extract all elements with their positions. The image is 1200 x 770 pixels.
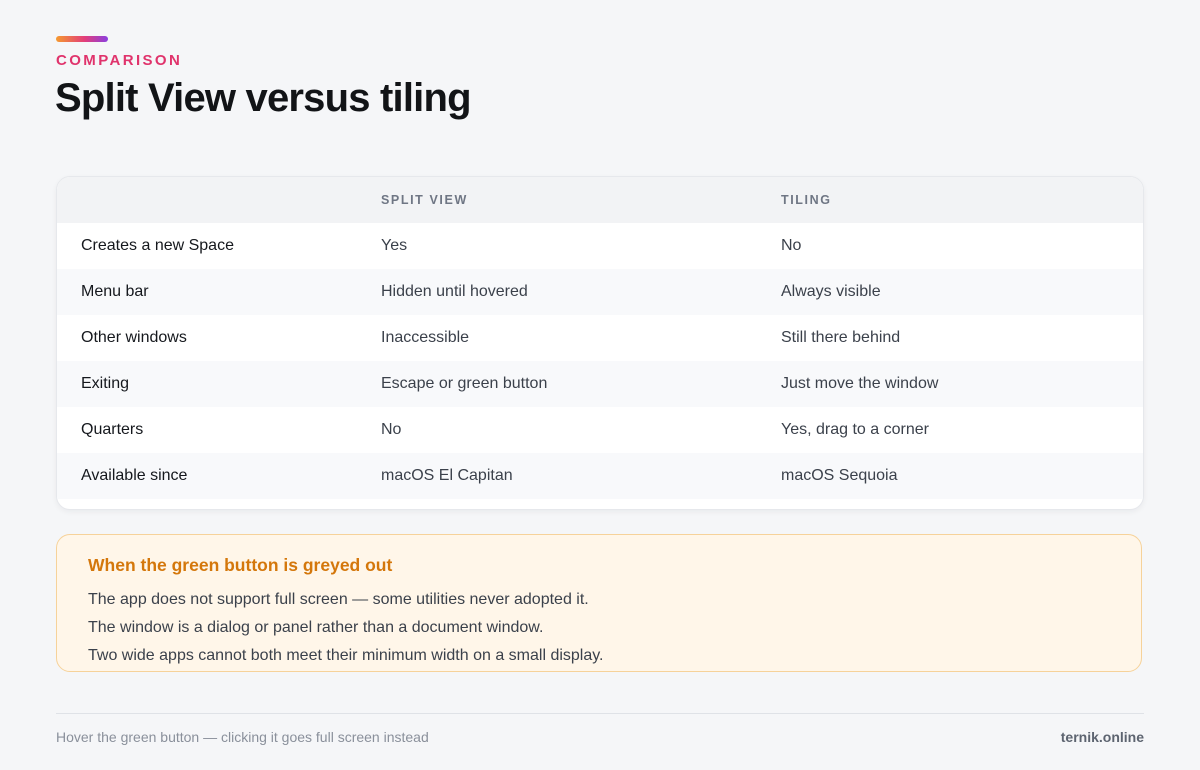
callout-line: The app does not support full screen — s… [88,591,589,608]
footer-note: Hover the green button — clicking it goe… [56,729,429,745]
section-eyebrow: COMPARISON [56,52,183,69]
row-feature-cell: Creates a new Space [81,237,234,254]
column-header-split-view: SPLIT VIEW [381,193,468,207]
row-split-view-cell: Hidden until hovered [381,283,528,300]
table-row: Quarters No Yes, drag to a corner [57,407,1143,453]
footer-brand: ternik.online [1060,729,1144,745]
callout-title: When the green button is greyed out [88,555,393,575]
row-split-view-cell: Escape or green button [381,375,548,392]
row-split-view-cell: No [381,421,402,438]
callout-line: Two wide apps cannot both meet their min… [88,647,604,664]
row-feature-cell: Quarters [81,421,144,438]
table-row: Exiting Escape or green button Just move… [57,361,1143,407]
row-split-view-cell: Inaccessible [381,329,470,346]
table-row: Menu bar Hidden until hovered Always vis… [57,269,1143,315]
column-header-tiling: TILING [781,193,832,207]
row-split-view-cell: macOS El Capitan [381,467,513,484]
comparison-table-card: SPLIT VIEW TILING Creates a new Space Ye… [56,176,1144,510]
footer-divider [56,713,1144,714]
table-row: Creates a new Space Yes No [57,223,1143,269]
column-header-feature [57,177,381,223]
table-header-row: SPLIT VIEW TILING [57,177,1143,223]
comparison-table: SPLIT VIEW TILING Creates a new Space Ye… [57,177,1143,499]
row-tiling-cell: No [781,237,802,254]
row-feature-cell: Menu bar [81,283,149,300]
page-title: Split View versus tiling [55,76,472,120]
row-tiling-cell: Yes, drag to a corner [781,421,929,438]
greyed-out-callout: When the green button is greyed out The … [56,534,1142,672]
row-tiling-cell: macOS Sequoia [781,467,898,484]
row-feature-cell: Exiting [81,375,130,392]
row-feature-cell: Other windows [81,329,187,346]
row-split-view-cell: Yes [381,237,408,254]
row-tiling-cell: Still there behind [781,329,901,346]
table-row: Available since macOS El Capitan macOS S… [57,453,1143,499]
table-row: Other windows Inaccessible Still there b… [57,315,1143,361]
accent-bar [56,36,108,42]
row-tiling-cell: Just move the window [781,375,939,392]
row-feature-cell: Available since [81,467,188,484]
row-tiling-cell: Always visible [781,283,881,300]
callout-line: The window is a dialog or panel rather t… [88,619,544,636]
